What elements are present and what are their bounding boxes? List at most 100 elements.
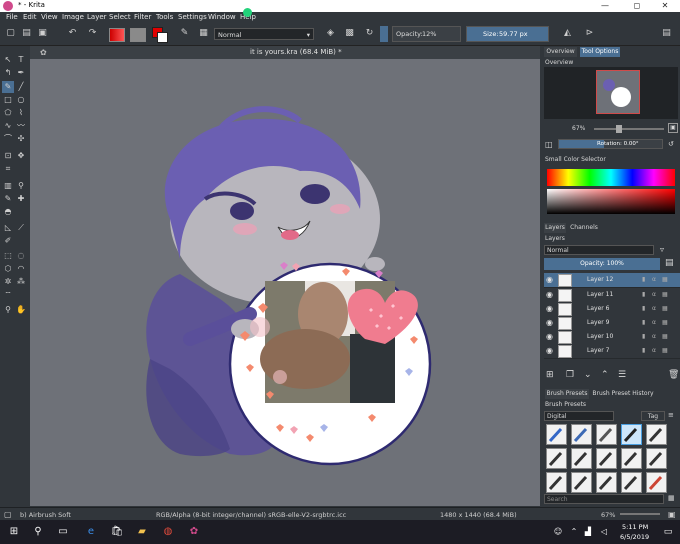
measure-tool-icon[interactable]: ⟋ bbox=[15, 222, 27, 234]
chrome-icon[interactable]: ◍ bbox=[160, 524, 176, 540]
mirror-view-icon[interactable]: ◫ bbox=[545, 140, 553, 149]
menu-file[interactable]: File bbox=[6, 13, 18, 21]
tab-tool-options[interactable]: Tool Options bbox=[580, 47, 620, 57]
rectangle-tool-icon[interactable]: □ bbox=[2, 94, 14, 106]
layer-properties-icon[interactable]: ▤ bbox=[665, 258, 674, 268]
brush-preset[interactable] bbox=[546, 448, 567, 469]
brush-preset[interactable] bbox=[596, 472, 617, 493]
brush-preset[interactable] bbox=[646, 448, 667, 469]
brush-preset[interactable] bbox=[596, 424, 617, 445]
menu-image[interactable]: Image bbox=[62, 13, 84, 21]
ellipse-tool-icon[interactable]: ○ bbox=[15, 94, 27, 106]
contiguous-select-icon[interactable]: ✲ bbox=[2, 276, 14, 288]
alpha-lock-icon[interactable]: α bbox=[652, 290, 660, 299]
alpha-lock-icon[interactable]: α bbox=[652, 332, 660, 341]
tag-button[interactable]: Tag bbox=[641, 411, 665, 421]
hue-slider[interactable] bbox=[547, 169, 675, 186]
move-layer-up-icon[interactable]: ⌃ bbox=[601, 370, 609, 380]
menu-edit[interactable]: Edit bbox=[23, 13, 37, 21]
visibility-eye-icon[interactable]: ◉ bbox=[546, 332, 555, 341]
opacity-slider[interactable]: Opacity: 12% bbox=[392, 26, 461, 42]
network-icon[interactable]: ▟ bbox=[580, 524, 596, 540]
assistant-tool-icon[interactable]: ◺ bbox=[2, 222, 14, 234]
layer-blend-select[interactable]: Normal bbox=[544, 245, 654, 255]
preserve-alpha-icon[interactable]: ▩ bbox=[343, 27, 356, 40]
mirror-horizontal-icon[interactable]: ◭ bbox=[561, 27, 574, 40]
blend-mode-select[interactable]: Normal ▾ bbox=[214, 28, 314, 40]
select-shapes-icon[interactable]: ↖ bbox=[2, 54, 14, 66]
layer-row[interactable]: ◉ Layer 9 ▮ α ▦ bbox=[544, 316, 680, 331]
calligraphy-icon[interactable]: ✒ bbox=[15, 67, 27, 79]
layer-row[interactable]: ◉ Layer 6 ▮ α ▦ bbox=[544, 302, 680, 317]
inherit-alpha-icon[interactable]: ▦ bbox=[662, 318, 670, 327]
status-zoom-slider[interactable] bbox=[620, 513, 660, 515]
layer-opacity-slider[interactable]: Opacity: 100% bbox=[544, 258, 660, 270]
move-tool-icon[interactable]: ✥ bbox=[15, 150, 27, 162]
line-tool-icon[interactable]: ╱ bbox=[15, 81, 27, 93]
taskbar-date[interactable]: 6/5/2019 bbox=[620, 533, 649, 541]
layer-row[interactable]: ◉ Layer 7 ▮ α ▦ bbox=[544, 344, 680, 359]
workspace-icon[interactable]: ▦ bbox=[197, 27, 210, 40]
volume-icon[interactable]: ◁ bbox=[596, 524, 612, 540]
lock-icon[interactable]: ▮ bbox=[642, 275, 650, 284]
rotation-reset-icon[interactable]: ↺ bbox=[668, 140, 674, 148]
redo-icon[interactable]: ↷ bbox=[86, 27, 99, 40]
saturation-value-picker[interactable] bbox=[547, 189, 675, 214]
gradient-swatch[interactable] bbox=[109, 28, 125, 42]
tab-channels[interactable]: Channels bbox=[570, 223, 598, 233]
menu-settings[interactable]: Settings bbox=[178, 13, 207, 21]
ellipse-select-icon[interactable]: ◌ bbox=[15, 250, 27, 262]
tab-layers[interactable]: Layers bbox=[544, 223, 566, 233]
tab-brush-preset-history[interactable]: Brush Preset History bbox=[592, 389, 654, 399]
menu-layer[interactable]: Layer bbox=[87, 13, 107, 21]
status-options-icon[interactable]: ▣ bbox=[668, 510, 676, 519]
new-document-icon[interactable]: ▢ bbox=[4, 27, 17, 40]
polygon-select-icon[interactable]: ⬡ bbox=[2, 263, 14, 275]
freehand-brush-icon[interactable]: ✎ bbox=[2, 81, 14, 93]
lock-icon[interactable]: ▮ bbox=[642, 346, 650, 355]
inherit-alpha-icon[interactable]: ▦ bbox=[662, 304, 670, 313]
zoom-slider[interactable] bbox=[594, 125, 664, 133]
bezier-tool-icon[interactable]: ∿ bbox=[2, 120, 14, 132]
reload-preset-icon[interactable]: ↻ bbox=[363, 27, 376, 40]
fill-tool-icon[interactable]: ◓ bbox=[2, 206, 14, 218]
alpha-lock-icon[interactable]: α bbox=[652, 346, 660, 355]
brush-preset[interactable] bbox=[571, 424, 592, 445]
menu-tools[interactable]: Tools bbox=[156, 13, 173, 21]
visibility-eye-icon[interactable]: ◉ bbox=[546, 290, 555, 299]
layer-row[interactable]: ◉ Layer 10 ▮ α ▦ bbox=[544, 330, 680, 345]
delete-layer-icon[interactable]: 🗑 bbox=[668, 370, 679, 380]
notifications-icon[interactable]: ▭ bbox=[660, 524, 676, 540]
visibility-eye-icon[interactable]: ◉ bbox=[546, 346, 555, 355]
multibrush-icon[interactable]: ✣ bbox=[15, 133, 27, 145]
menu-select[interactable]: Select bbox=[109, 13, 131, 21]
freehand-select-icon[interactable]: ◠ bbox=[15, 263, 27, 275]
brush-preset[interactable] bbox=[646, 424, 667, 445]
file-explorer-icon[interactable]: ▰ bbox=[134, 524, 150, 540]
krita-taskbar-icon[interactable]: ✿ bbox=[186, 524, 202, 540]
visibility-eye-icon[interactable]: ◉ bbox=[546, 318, 555, 327]
store-icon[interactable]: 🛍 bbox=[109, 524, 125, 540]
alpha-lock-icon[interactable]: α bbox=[652, 275, 660, 284]
brush-tag-select[interactable]: Digital bbox=[544, 411, 614, 421]
brush-preset[interactable] bbox=[571, 472, 592, 493]
inherit-alpha-icon[interactable]: ▦ bbox=[662, 346, 670, 355]
mirror-options-icon[interactable]: ⊳ bbox=[583, 27, 596, 40]
menu-window[interactable]: Window bbox=[208, 13, 236, 21]
color-picker-icon[interactable]: ⚲ bbox=[15, 180, 27, 192]
brush-preset[interactable] bbox=[621, 472, 642, 493]
minimize-button[interactable]: — bbox=[590, 0, 620, 12]
text-tool-icon[interactable]: T bbox=[15, 54, 27, 66]
brush-preset[interactable] bbox=[621, 448, 642, 469]
zoom-tool-icon[interactable]: ⚲ bbox=[2, 304, 14, 316]
workspace-chooser-icon[interactable]: ▤ bbox=[660, 27, 673, 40]
save-icon[interactable]: ▣ bbox=[36, 27, 49, 40]
rotation-slider[interactable]: Rotation: 0.00° bbox=[558, 139, 663, 149]
inherit-alpha-icon[interactable]: ▦ bbox=[662, 290, 670, 299]
lock-icon[interactable]: ▮ bbox=[642, 290, 650, 299]
add-layer-icon[interactable]: ⊞ bbox=[546, 370, 554, 380]
menu-view[interactable]: View bbox=[41, 13, 58, 21]
menu-icon[interactable]: ≡ bbox=[668, 411, 674, 419]
pan-tool-icon[interactable]: ✋ bbox=[15, 304, 27, 316]
edit-shapes-icon[interactable]: ↰ bbox=[2, 67, 14, 79]
